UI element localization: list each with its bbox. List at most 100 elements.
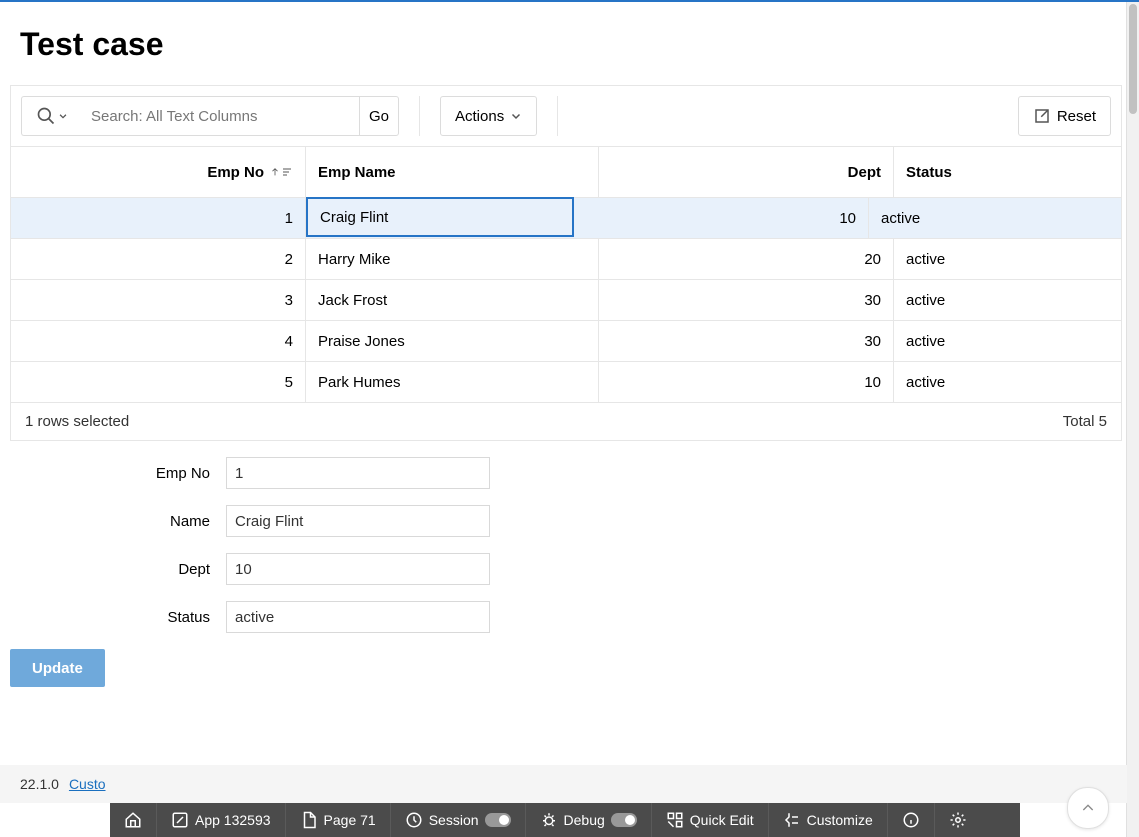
cell-emp-name[interactable]: Park Humes: [306, 362, 599, 402]
chevron-up-icon: [1080, 800, 1096, 816]
cell-status[interactable]: active: [869, 198, 1121, 238]
debug-icon: [540, 811, 558, 829]
cell-emp-no[interactable]: 3: [11, 280, 306, 320]
toolbar-divider: [557, 96, 558, 136]
info-icon: [902, 811, 920, 829]
dev-quick-edit-label: Quick Edit: [690, 812, 754, 828]
toolbar-divider: [419, 96, 420, 136]
home-icon: [124, 811, 142, 829]
debug-toggle[interactable]: [611, 813, 637, 827]
grid-body: 1Craig Flint10active2Harry Mike20active3…: [11, 198, 1121, 403]
actions-label: Actions: [455, 108, 504, 125]
cell-status[interactable]: active: [894, 362, 1121, 402]
cell-dept[interactable]: 20: [599, 239, 894, 279]
rows-total-label: Total 5: [1063, 413, 1107, 430]
table-row[interactable]: 4Praise Jones30active: [11, 321, 1121, 362]
dept-label: Dept: [10, 561, 226, 578]
quick-edit-icon: [666, 811, 684, 829]
sort-asc-icon: [270, 165, 280, 179]
developer-toolbar: App 132593 Page 71 Session Debug Quick E…: [110, 803, 1020, 837]
dev-session[interactable]: Session: [391, 803, 526, 837]
go-button[interactable]: Go: [359, 96, 399, 136]
col-header-dept[interactable]: Dept: [599, 147, 894, 197]
vertical-scrollbar[interactable]: [1126, 2, 1139, 837]
dev-quick-edit[interactable]: Quick Edit: [652, 803, 769, 837]
col-header-label: Emp No: [207, 164, 264, 181]
cell-emp-name[interactable]: Harry Mike: [306, 239, 599, 279]
dev-debug-label: Debug: [564, 812, 605, 828]
actions-button[interactable]: Actions: [440, 96, 537, 136]
dev-customize[interactable]: Customize: [769, 803, 888, 837]
session-icon: [405, 811, 423, 829]
search-icon: [36, 106, 56, 126]
dev-settings[interactable]: [935, 803, 981, 837]
dept-field[interactable]: [226, 553, 490, 585]
name-label: Name: [10, 513, 226, 530]
cell-dept[interactable]: 10: [574, 198, 869, 238]
detail-form: Emp No Name Dept Status Update: [10, 457, 1122, 697]
chevron-down-icon: [510, 110, 522, 122]
page-footer: 22.1.0 Custo: [0, 765, 1127, 803]
data-grid: Emp No Emp Name Dept Status 1Craig Flint…: [11, 146, 1121, 440]
cell-dept[interactable]: 30: [599, 321, 894, 361]
cell-emp-no[interactable]: 2: [11, 239, 306, 279]
dev-page-label: Page 71: [324, 812, 376, 828]
name-field[interactable]: [226, 505, 490, 537]
cell-emp-no[interactable]: 1: [11, 198, 306, 238]
dev-info[interactable]: [888, 803, 935, 837]
dev-home[interactable]: [110, 803, 157, 837]
cell-dept[interactable]: 10: [599, 362, 894, 402]
cell-status[interactable]: active: [894, 321, 1121, 361]
table-row[interactable]: 1Craig Flint10active: [11, 198, 1121, 239]
emp-no-label: Emp No: [10, 465, 226, 482]
cell-emp-name[interactable]: Praise Jones: [306, 321, 599, 361]
grid-footer: 1 rows selected Total 5: [11, 403, 1121, 440]
gear-icon: [949, 811, 967, 829]
grid-toolbar: Go Actions Reset: [11, 86, 1121, 146]
reset-button[interactable]: Reset: [1018, 96, 1111, 136]
emp-no-field[interactable]: [226, 457, 490, 489]
cell-emp-name[interactable]: Craig Flint: [306, 197, 574, 237]
dev-app[interactable]: App 132593: [157, 803, 286, 837]
update-button[interactable]: Update: [10, 649, 105, 687]
control-break-icon: [281, 166, 293, 178]
cell-emp-no[interactable]: 5: [11, 362, 306, 402]
dev-app-label: App 132593: [195, 812, 271, 828]
col-header-emp-name[interactable]: Emp Name: [306, 147, 599, 197]
scrollbar-thumb[interactable]: [1129, 4, 1137, 114]
data-grid-region: Go Actions Reset Emp No: [10, 85, 1122, 441]
chevron-down-icon: [58, 111, 68, 121]
search-group: Go: [21, 96, 399, 136]
cell-emp-name[interactable]: Jack Frost: [306, 280, 599, 320]
rows-selected-label: 1 rows selected: [25, 413, 129, 430]
dev-page[interactable]: Page 71: [286, 803, 391, 837]
col-header-emp-no[interactable]: Emp No: [11, 147, 306, 197]
scroll-top-button[interactable]: [1067, 787, 1109, 829]
sort-indicator: [270, 165, 293, 179]
dev-debug[interactable]: Debug: [526, 803, 652, 837]
search-input[interactable]: [81, 96, 359, 136]
grid-header: Emp No Emp Name Dept Status: [11, 147, 1121, 198]
status-field[interactable]: [226, 601, 490, 633]
table-row[interactable]: 3Jack Frost30active: [11, 280, 1121, 321]
customize-icon: [783, 811, 801, 829]
col-header-status[interactable]: Status: [894, 147, 1121, 197]
reset-label: Reset: [1057, 108, 1096, 125]
search-column-picker[interactable]: [21, 96, 81, 136]
cell-dept[interactable]: 30: [599, 280, 894, 320]
dev-customize-label: Customize: [807, 812, 873, 828]
dev-session-label: Session: [429, 812, 479, 828]
customize-link[interactable]: Custo: [69, 776, 106, 792]
edit-app-icon: [171, 811, 189, 829]
edit-page-icon: [300, 811, 318, 829]
cell-status[interactable]: active: [894, 280, 1121, 320]
cell-emp-no[interactable]: 4: [11, 321, 306, 361]
status-label: Status: [10, 609, 226, 626]
table-row[interactable]: 2Harry Mike20active: [11, 239, 1121, 280]
page-title: Test case: [20, 26, 1112, 63]
table-row[interactable]: 5Park Humes10active: [11, 362, 1121, 403]
cell-status[interactable]: active: [894, 239, 1121, 279]
reset-icon: [1033, 107, 1051, 125]
version-label: 22.1.0: [20, 776, 59, 792]
session-toggle[interactable]: [485, 813, 511, 827]
